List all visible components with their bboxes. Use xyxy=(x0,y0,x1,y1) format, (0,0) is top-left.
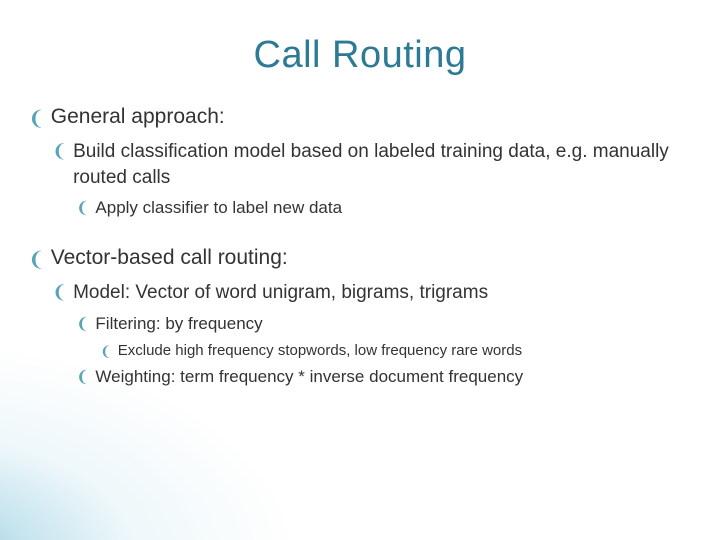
bullet-icon: ❨ xyxy=(52,142,67,160)
bullet-text: Vector-based call routing: xyxy=(51,246,692,270)
bullet-l0: ❨ Vector-based call routing: xyxy=(28,246,692,270)
bullet-l2: ❨ Filtering: by frequency xyxy=(76,314,692,334)
bullet-text: Weighting: term frequency * inverse docu… xyxy=(95,367,692,387)
bullet-icon: ❨ xyxy=(76,370,89,386)
bullet-icon: ❨ xyxy=(100,344,112,358)
bullet-l3: ❨ Exclude high frequency stopwords, low … xyxy=(100,342,692,359)
bullet-icon: ❨ xyxy=(76,201,89,217)
bullet-icon: ❨ xyxy=(52,283,67,301)
bullet-icon: ❨ xyxy=(28,250,45,270)
slide-body: ❨ General approach: ❨ Build classificati… xyxy=(0,77,720,387)
bullet-l0: ❨ General approach: xyxy=(28,105,692,129)
bullet-icon: ❨ xyxy=(28,109,45,129)
bullet-text: Exclude high frequency stopwords, low fr… xyxy=(118,342,692,359)
spacer xyxy=(28,226,692,240)
bullet-text: Filtering: by frequency xyxy=(95,314,692,334)
bullet-l1: ❨ Build classification model based on la… xyxy=(52,139,692,190)
bullet-l2: ❨ Apply classifier to label new data xyxy=(76,198,692,218)
slide-title: Call Routing xyxy=(0,0,720,77)
bullet-text: General approach: xyxy=(51,105,692,129)
bullet-l2: ❨ Weighting: term frequency * inverse do… xyxy=(76,367,692,387)
bullet-l1: ❨ Model: Vector of word unigram, bigrams… xyxy=(52,280,692,306)
bullet-text: Model: Vector of word unigram, bigrams, … xyxy=(73,280,692,306)
bullet-icon: ❨ xyxy=(76,317,89,333)
bullet-text: Apply classifier to label new data xyxy=(95,198,692,218)
bullet-text: Build classification model based on labe… xyxy=(73,139,692,190)
